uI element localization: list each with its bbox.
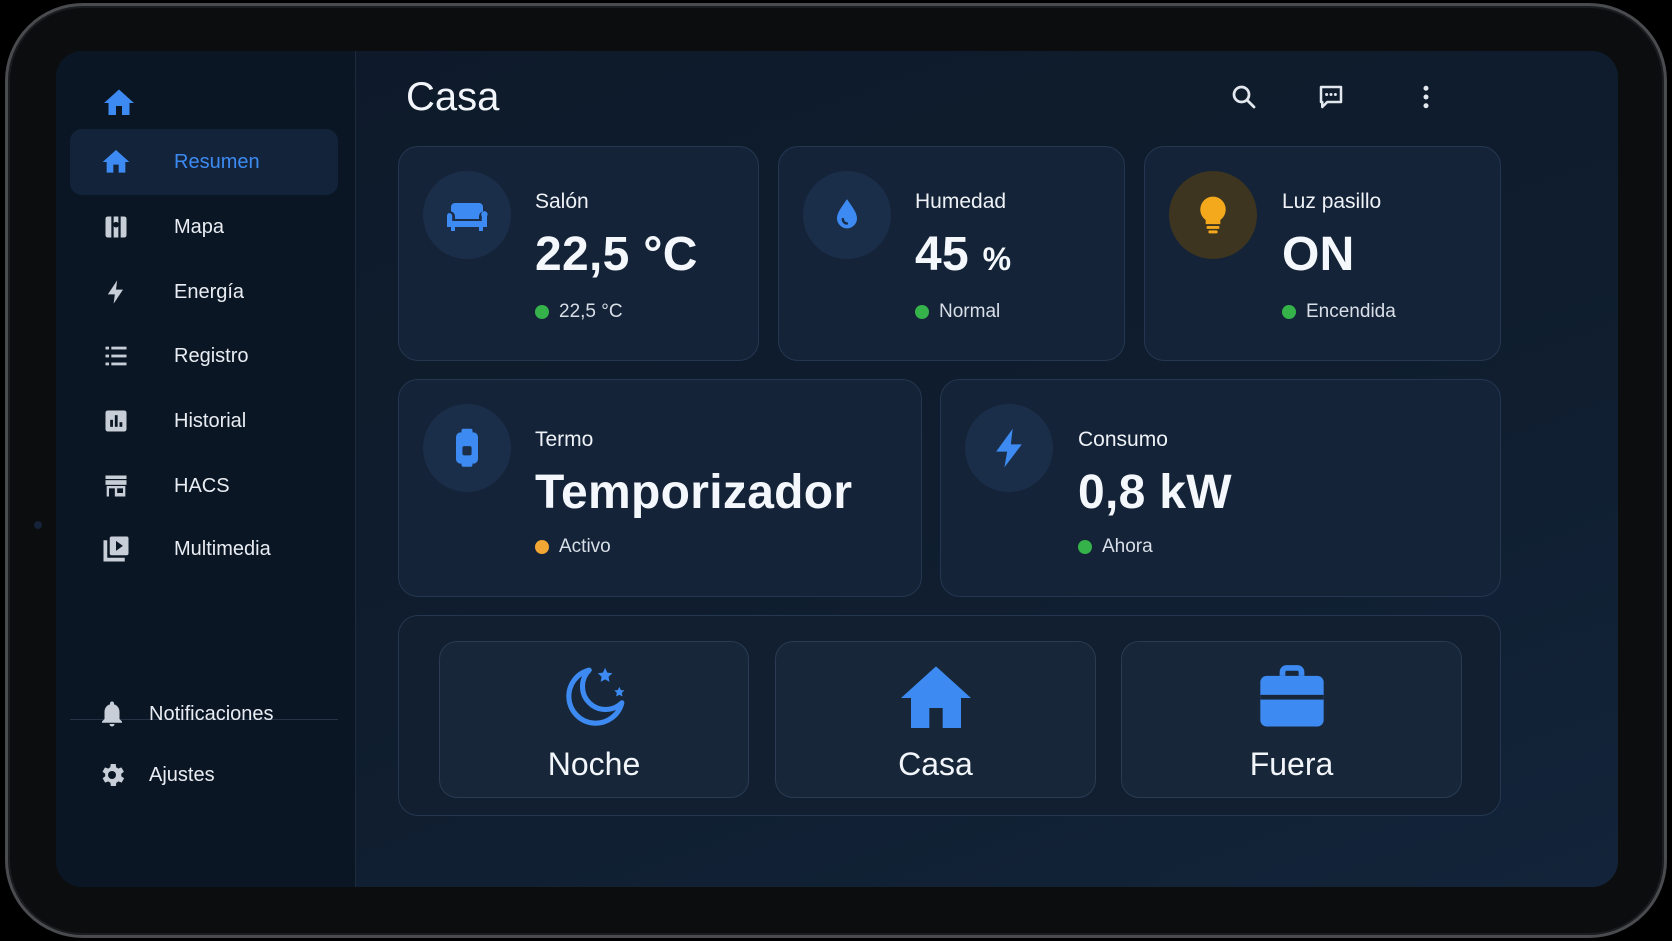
bell-icon bbox=[96, 698, 128, 730]
card-salon[interactable]: Salón 22,5 °C 22,5 °C bbox=[398, 146, 759, 361]
sidebar: Resumen Mapa Energía Registro Historial bbox=[56, 51, 356, 887]
sidebar-item-label: Historial bbox=[174, 409, 247, 432]
list-icon bbox=[100, 340, 132, 372]
card-value: 45 % bbox=[915, 227, 1011, 282]
status-text: 22,5 °C bbox=[559, 301, 623, 322]
media-icon bbox=[100, 533, 132, 565]
card-label: Salón bbox=[535, 190, 589, 213]
card-status: Ahora bbox=[1078, 536, 1153, 558]
scene-noche-button[interactable]: Noche bbox=[439, 641, 749, 798]
sidebar-item-hacs[interactable]: HACS bbox=[70, 453, 338, 519]
store-icon bbox=[100, 470, 132, 502]
search-icon[interactable] bbox=[1226, 79, 1262, 115]
scene-label: Casa bbox=[898, 746, 973, 782]
status-dot bbox=[915, 305, 929, 319]
scene-casa-button[interactable]: Casa bbox=[775, 641, 1096, 798]
sidebar-item-label: Multimedia bbox=[174, 537, 271, 560]
sidebar-item-historial[interactable]: Historial bbox=[70, 388, 338, 454]
main-panel: Casa Salón 22,5 °C 22,5 °C Humedad 45 % … bbox=[355, 51, 1618, 887]
card-value: 22,5 °C bbox=[535, 228, 698, 281]
water-heater-icon bbox=[423, 404, 511, 492]
card-value: Temporizador bbox=[535, 466, 853, 519]
lightbulb-icon bbox=[1169, 171, 1257, 259]
sidebar-item-mapa[interactable]: Mapa bbox=[70, 194, 338, 260]
sidebar-item-notificaciones[interactable]: Notificaciones bbox=[70, 681, 338, 747]
water-drop-icon bbox=[803, 171, 891, 259]
card-value: 0,8 kW bbox=[1078, 466, 1232, 519]
home-icon bbox=[100, 146, 132, 178]
card-label: Luz pasillo bbox=[1282, 190, 1382, 213]
sidebar-item-label: Ajustes bbox=[149, 763, 215, 786]
status-text: Ahora bbox=[1102, 536, 1153, 557]
card-status: Normal bbox=[915, 301, 1000, 323]
sidebar-item-label: Registro bbox=[174, 344, 249, 367]
sidebar-item-label: Resumen bbox=[174, 150, 260, 173]
front-camera bbox=[34, 521, 42, 529]
card-humedad[interactable]: Humedad 45 % Normal bbox=[778, 146, 1125, 361]
scene-label: Fuera bbox=[1249, 746, 1334, 782]
status-text: Encendida bbox=[1306, 301, 1396, 322]
lightning-icon bbox=[965, 404, 1053, 492]
gear-icon bbox=[96, 759, 128, 791]
sidebar-item-ajustes[interactable]: Ajustes bbox=[70, 742, 338, 808]
value-unit: % bbox=[982, 241, 1012, 277]
card-value: ON bbox=[1282, 228, 1355, 281]
page-title: Casa bbox=[406, 75, 500, 119]
more-vert-icon[interactable] bbox=[1408, 79, 1444, 115]
lightning-icon bbox=[100, 276, 132, 308]
map-icon bbox=[100, 211, 132, 243]
card-label: Humedad bbox=[915, 190, 1007, 213]
sidebar-item-resumen[interactable]: Resumen bbox=[70, 129, 338, 195]
card-luz-pasillo[interactable]: Luz pasillo ON Encendida bbox=[1144, 146, 1501, 361]
status-text: Activo bbox=[559, 536, 611, 557]
status-text: Normal bbox=[939, 301, 1001, 322]
sidebar-item-energia[interactable]: Energía bbox=[70, 259, 338, 325]
moon-stars-icon bbox=[440, 658, 748, 738]
card-consumo[interactable]: Consumo 0,8 kW Ahora bbox=[940, 379, 1501, 597]
sidebar-item-registro[interactable]: Registro bbox=[70, 323, 338, 389]
scene-label: Noche bbox=[547, 746, 641, 782]
card-status: Encendida bbox=[1282, 301, 1396, 323]
sidebar-item-label: HACS bbox=[174, 474, 230, 497]
sidebar-item-label: Mapa bbox=[174, 215, 225, 238]
card-label: Termo bbox=[535, 428, 594, 451]
assist-chat-icon[interactable] bbox=[1313, 79, 1349, 115]
status-dot bbox=[1078, 540, 1092, 554]
sidebar-item-label: Energía bbox=[174, 280, 245, 303]
card-status: Activo bbox=[535, 536, 611, 558]
status-dot bbox=[1282, 305, 1296, 319]
home-assistant-logo-icon[interactable] bbox=[101, 85, 137, 121]
sidebar-item-multimedia[interactable]: Multimedia bbox=[70, 516, 338, 582]
status-dot bbox=[535, 305, 549, 319]
card-status: 22,5 °C bbox=[535, 301, 623, 323]
scene-fuera-button[interactable]: Fuera bbox=[1121, 641, 1462, 798]
chart-icon bbox=[100, 405, 132, 437]
sidebar-item-label: Notificaciones bbox=[149, 702, 274, 725]
home-icon bbox=[776, 658, 1095, 738]
value-number: 45 bbox=[915, 228, 969, 281]
scenes-panel: Noche Casa Fuera bbox=[398, 615, 1501, 816]
status-dot bbox=[535, 540, 549, 554]
card-termo[interactable]: Termo Temporizador Activo bbox=[398, 379, 922, 597]
briefcase-icon bbox=[1122, 658, 1461, 738]
card-label: Consumo bbox=[1078, 428, 1168, 451]
sofa-icon bbox=[423, 171, 511, 259]
screen: Resumen Mapa Energía Registro Historial bbox=[56, 51, 1618, 887]
